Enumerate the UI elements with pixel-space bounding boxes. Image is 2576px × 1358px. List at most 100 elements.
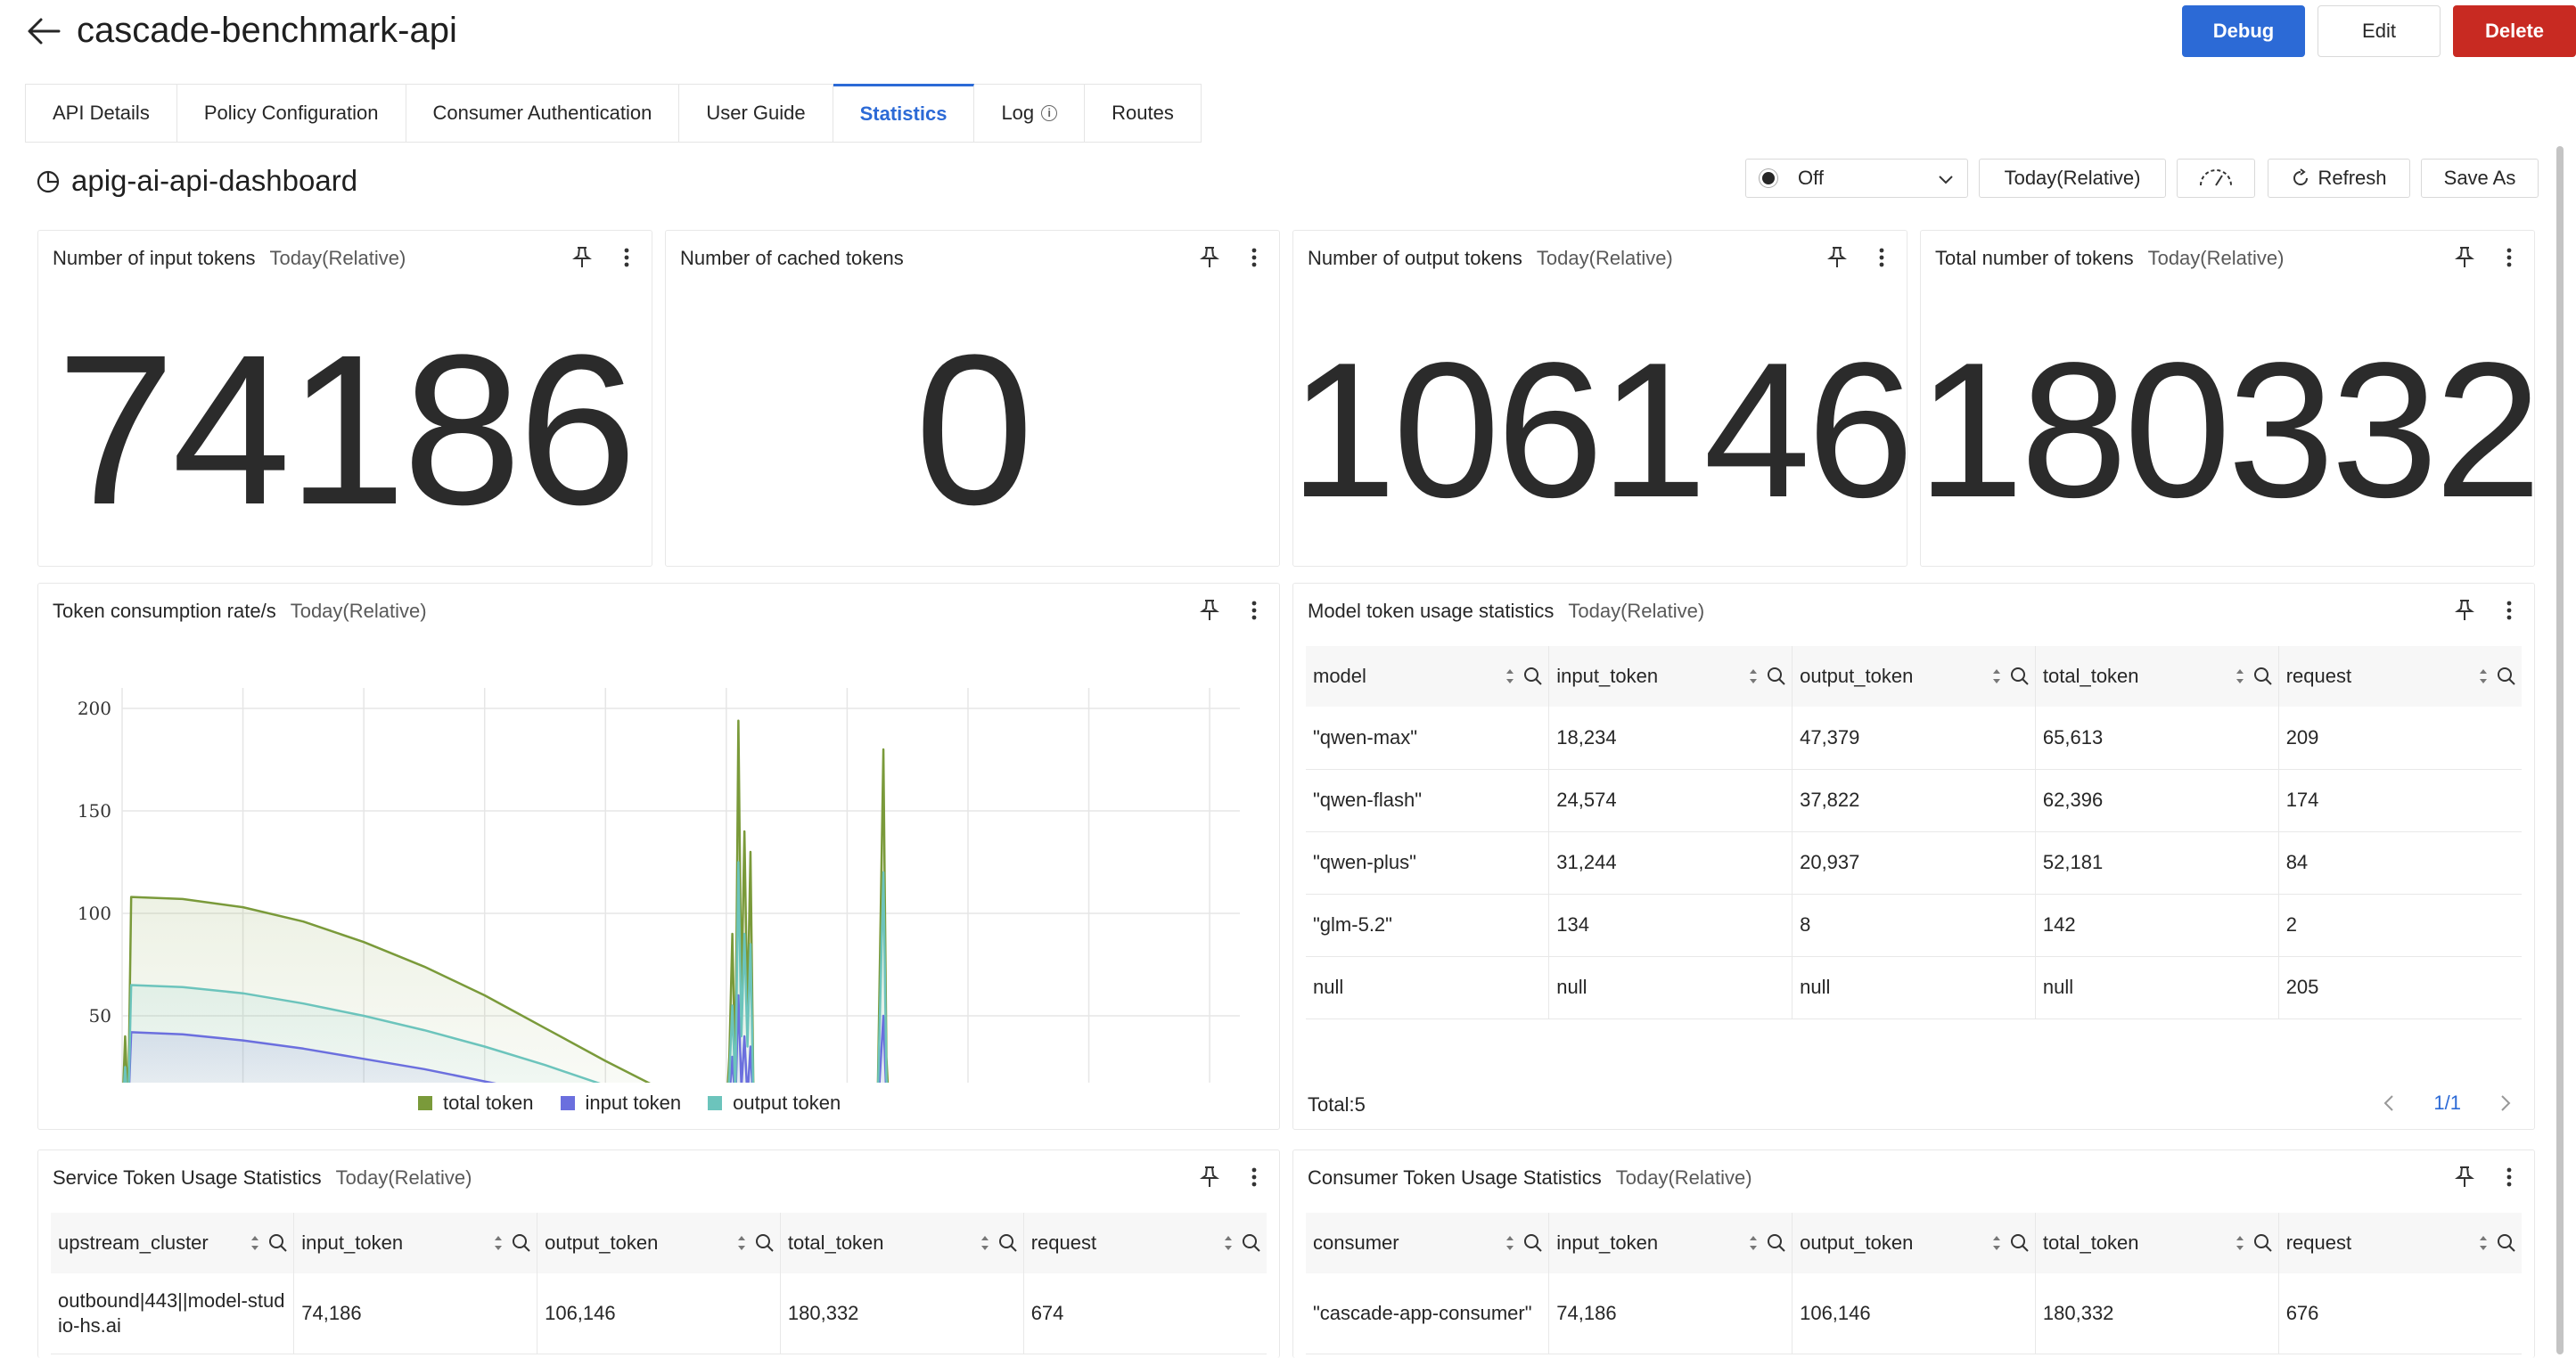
pin-icon[interactable]: [2454, 598, 2475, 623]
tab-label: API Details: [53, 102, 150, 124]
model-usage-panel: Model token usage statistics Today(Relat…: [1292, 583, 2535, 1130]
table-total: Total:5: [1308, 1093, 1366, 1116]
column-header[interactable]: total_token: [2035, 646, 2279, 707]
pin-icon[interactable]: [1199, 1165, 1220, 1190]
more-vertical-icon[interactable]: [616, 245, 637, 270]
page-scrollbar[interactable]: [2553, 143, 2567, 1358]
tab-log[interactable]: Log i: [974, 84, 1086, 143]
search-icon[interactable]: [2253, 667, 2273, 686]
table-cell: 84: [2278, 831, 2522, 895]
legend-item[interactable]: total token: [418, 1092, 534, 1115]
sort-icon[interactable]: [2477, 1232, 2490, 1254]
panel-time-range: Today(Relative): [1615, 1166, 1752, 1189]
tab-routes[interactable]: Routes: [1085, 84, 1202, 143]
gauge-button[interactable]: [2177, 159, 2255, 198]
search-icon[interactable]: [2010, 1233, 2030, 1253]
column-header[interactable]: input_token: [1548, 1213, 1793, 1273]
table-cell: null: [1792, 956, 2036, 1019]
auto-refresh-select[interactable]: Off: [1745, 159, 1968, 198]
column-header[interactable]: input_token: [293, 1213, 538, 1273]
more-vertical-icon[interactable]: [1243, 1165, 1265, 1190]
more-vertical-icon[interactable]: [1871, 245, 1892, 270]
sort-icon[interactable]: [1990, 1232, 2003, 1254]
sort-icon[interactable]: [249, 1232, 261, 1254]
column-header[interactable]: request: [2278, 646, 2522, 707]
save-as-button[interactable]: Save As: [2421, 159, 2539, 198]
sort-icon[interactable]: [2477, 666, 2490, 687]
table-cell: 24,574: [1548, 769, 1793, 832]
delete-button[interactable]: Delete: [2453, 5, 2576, 57]
pin-icon[interactable]: [1826, 245, 1848, 270]
column-tools: [1990, 666, 2030, 687]
search-icon[interactable]: [2497, 1233, 2516, 1253]
arrow-left-icon[interactable]: [23, 11, 64, 52]
search-icon[interactable]: [1242, 1233, 1261, 1253]
tab-consumer-authentication[interactable]: Consumer Authentication: [406, 84, 680, 143]
pin-icon[interactable]: [1199, 245, 1220, 270]
panel-time-range: Today(Relative): [1568, 600, 1705, 622]
scrollbar-thumb[interactable]: [2556, 146, 2564, 1354]
search-icon[interactable]: [998, 1233, 1018, 1253]
chevron-right-icon[interactable]: [2497, 1092, 2514, 1114]
more-vertical-icon[interactable]: [2498, 245, 2520, 270]
search-icon[interactable]: [1767, 1233, 1786, 1253]
search-icon[interactable]: [512, 1233, 531, 1253]
search-icon[interactable]: [1767, 667, 1786, 686]
table-cell: "qwen-max": [1306, 707, 1550, 770]
debug-button[interactable]: Debug: [2182, 5, 2305, 57]
tab-policy-configuration[interactable]: Policy Configuration: [176, 84, 406, 143]
column-header[interactable]: output_token: [537, 1213, 781, 1273]
tab-user-guide[interactable]: User Guide: [679, 84, 833, 143]
sort-icon[interactable]: [492, 1232, 505, 1254]
column-header[interactable]: total_token: [2035, 1213, 2279, 1273]
time-range-button[interactable]: Today(Relative): [1979, 159, 2166, 198]
column-header[interactable]: request: [1023, 1213, 1267, 1273]
token-rate-chart[interactable]: 05010015020000:0002:0004:0006:0008:0010:…: [38, 584, 1281, 1083]
pin-icon[interactable]: [2454, 1165, 2475, 1190]
edit-button[interactable]: Edit: [2318, 5, 2441, 57]
sort-icon[interactable]: [2234, 666, 2246, 687]
sort-icon[interactable]: [1504, 1232, 1516, 1254]
sort-icon[interactable]: [2234, 1232, 2246, 1254]
search-icon[interactable]: [2253, 1233, 2273, 1253]
refresh-button[interactable]: Refresh: [2268, 159, 2410, 198]
column-header[interactable]: request: [2278, 1213, 2522, 1273]
column-header[interactable]: consumer: [1306, 1213, 1550, 1273]
column-header[interactable]: total_token: [780, 1213, 1024, 1273]
pin-icon[interactable]: [2454, 245, 2475, 270]
legend-item[interactable]: output token: [708, 1092, 841, 1115]
table-cell: 142: [2035, 894, 2279, 957]
more-vertical-icon[interactable]: [2498, 1165, 2520, 1190]
column-tools: [979, 1232, 1018, 1254]
pin-icon[interactable]: [571, 245, 593, 270]
sort-icon[interactable]: [1747, 1232, 1760, 1254]
tab-statistics[interactable]: Statistics: [833, 84, 975, 143]
sort-icon[interactable]: [1747, 666, 1760, 687]
search-icon[interactable]: [2497, 667, 2516, 686]
tab-api-details[interactable]: API Details: [25, 84, 177, 143]
column-header[interactable]: upstream_cluster: [51, 1213, 295, 1273]
search-icon[interactable]: [755, 1233, 775, 1253]
sort-icon[interactable]: [1990, 666, 2003, 687]
chevron-left-icon[interactable]: [2380, 1092, 2398, 1114]
more-vertical-icon[interactable]: [2498, 598, 2520, 623]
column-header[interactable]: output_token: [1792, 1213, 2036, 1273]
search-icon[interactable]: [1523, 1233, 1543, 1253]
sort-icon[interactable]: [979, 1232, 991, 1254]
column-header[interactable]: model: [1306, 646, 1550, 707]
sort-icon[interactable]: [735, 1232, 748, 1254]
column-label: total_token: [787, 1231, 884, 1254]
more-vertical-icon[interactable]: [1243, 245, 1265, 270]
search-icon[interactable]: [2010, 667, 2030, 686]
table-cell: 20,937: [1792, 831, 2036, 895]
sort-icon[interactable]: [1222, 1232, 1235, 1254]
model-usage-table: model input_token output_token total_token r…: [1306, 646, 2522, 1019]
column-header[interactable]: output_token: [1792, 646, 2036, 707]
legend-item[interactable]: input token: [560, 1092, 681, 1115]
panel-tools: [1199, 245, 1265, 270]
search-icon[interactable]: [268, 1233, 288, 1253]
table-cell: 106,146: [1792, 1273, 2036, 1354]
search-icon[interactable]: [1523, 667, 1543, 686]
column-header[interactable]: input_token: [1548, 646, 1793, 707]
sort-icon[interactable]: [1504, 666, 1516, 687]
